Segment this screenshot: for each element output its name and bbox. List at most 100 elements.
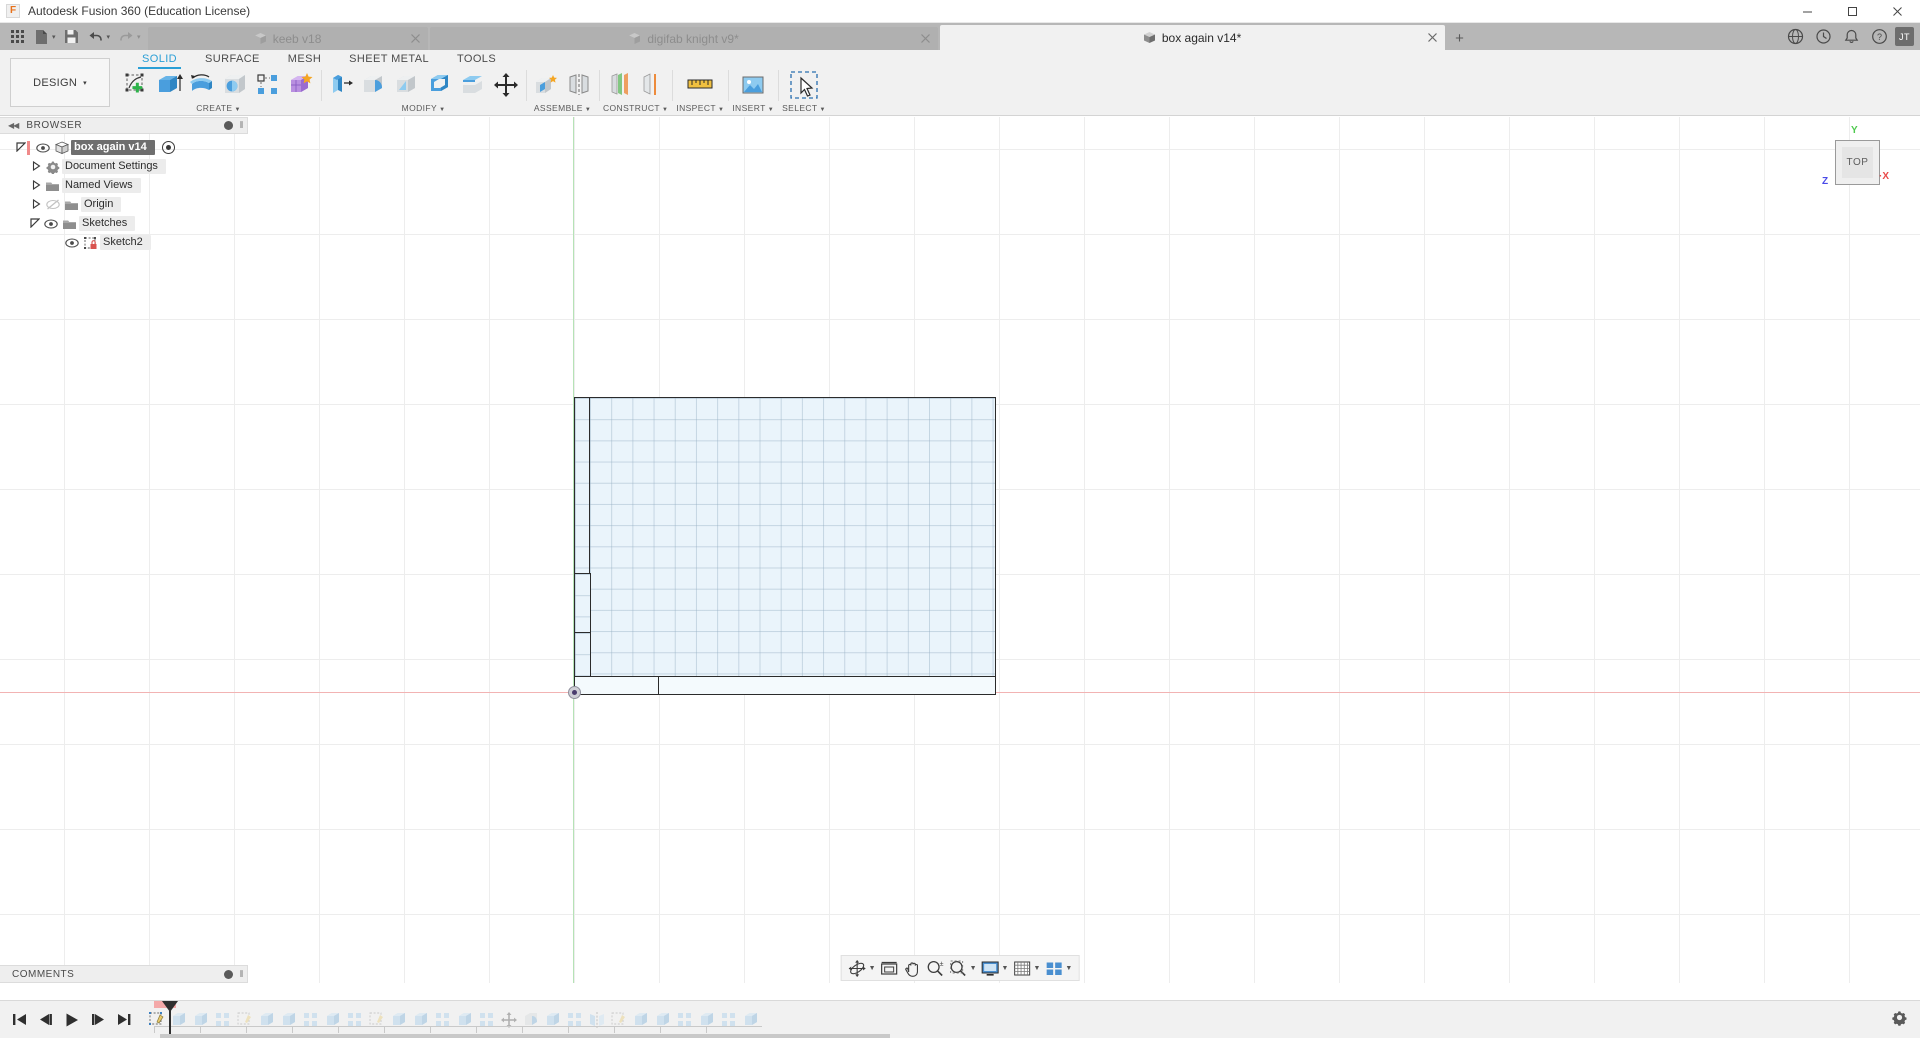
sketch-geometry[interactable] bbox=[574, 397, 996, 694]
chamfer-icon[interactable] bbox=[391, 69, 423, 101]
tree-node-sketch2[interactable]: Sketch2 bbox=[0, 233, 248, 252]
close-button[interactable] bbox=[1875, 0, 1920, 23]
panel-modify-label[interactable]: MODIFY▼ bbox=[402, 102, 446, 115]
extrude-icon[interactable] bbox=[153, 69, 185, 101]
tree-node-origin[interactable]: Origin bbox=[0, 195, 248, 214]
close-tab-icon[interactable] bbox=[411, 32, 420, 46]
form-icon[interactable] bbox=[285, 69, 317, 101]
go-to-beginning-icon[interactable] bbox=[12, 1012, 28, 1027]
sketch-face[interactable] bbox=[574, 632, 591, 677]
panel-insert-label[interactable]: INSERT▼ bbox=[732, 102, 774, 115]
timeline-settings-gear-icon[interactable] bbox=[1891, 1009, 1908, 1031]
new-tab-button[interactable]: + bbox=[1447, 27, 1473, 50]
step-back-icon[interactable] bbox=[38, 1012, 54, 1027]
new-document-icon[interactable] bbox=[30, 26, 52, 48]
chevron-down-icon[interactable]: ▼ bbox=[1033, 965, 1040, 972]
joint-icon[interactable] bbox=[563, 69, 595, 101]
panel-resize-grip[interactable]: ⦀ bbox=[239, 120, 244, 131]
offset-plane-icon[interactable] bbox=[603, 69, 635, 101]
panel-menu-dot-icon[interactable] bbox=[224, 970, 233, 979]
sketch-face[interactable] bbox=[574, 573, 591, 633]
press-pull-icon[interactable] bbox=[325, 69, 357, 101]
fillet-icon[interactable] bbox=[358, 69, 390, 101]
zoom-window-icon[interactable]: ▼ bbox=[947, 956, 979, 980]
sketch-origin-point[interactable] bbox=[568, 686, 581, 699]
timeline-scrollbar[interactable] bbox=[160, 1034, 890, 1038]
expand-arrow-icon[interactable] bbox=[14, 142, 27, 154]
view-cube[interactable]: TOP Y Z ·X bbox=[1822, 127, 1892, 197]
activate-component-radio[interactable] bbox=[162, 141, 175, 154]
document-tab-digifab-knight[interactable]: digifab knight v9* bbox=[430, 27, 938, 50]
construction-axis-icon[interactable] bbox=[636, 69, 668, 101]
offset-face-icon[interactable] bbox=[457, 69, 489, 101]
close-tab-icon[interactable] bbox=[921, 32, 930, 46]
comments-panel[interactable]: COMMENTS ⦀ bbox=[0, 965, 248, 983]
new-component-icon[interactable] bbox=[530, 69, 562, 101]
measure-icon[interactable] bbox=[684, 69, 716, 101]
expand-arrow-icon[interactable] bbox=[28, 218, 41, 230]
panel-inspect-label[interactable]: INSPECT▼ bbox=[676, 102, 724, 115]
tab-sheet-metal[interactable]: SHEET METAL bbox=[335, 51, 443, 68]
expand-arrow-icon[interactable] bbox=[30, 180, 43, 192]
tree-node-sketches[interactable]: Sketches bbox=[0, 214, 248, 233]
job-status-icon[interactable] bbox=[1811, 25, 1835, 49]
chevron-down-icon[interactable]: ▼ bbox=[1065, 965, 1072, 972]
minimize-button[interactable] bbox=[1785, 0, 1830, 23]
pattern-icon[interactable] bbox=[252, 69, 284, 101]
visibility-eye-icon[interactable] bbox=[33, 143, 52, 153]
help-icon[interactable]: ? bbox=[1867, 25, 1891, 49]
maximize-button[interactable] bbox=[1830, 0, 1875, 23]
undo-caret-icon[interactable]: ▾ bbox=[107, 33, 111, 41]
workspace-switcher[interactable]: DESIGN ▾ bbox=[10, 58, 110, 107]
chevron-down-icon[interactable]: ▼ bbox=[970, 965, 977, 972]
notifications-icon[interactable] bbox=[1839, 25, 1863, 49]
close-tab-icon[interactable] bbox=[1428, 31, 1437, 45]
zoom-magnifier-icon[interactable]: ± bbox=[924, 956, 947, 980]
visibility-eye-off-icon[interactable] bbox=[43, 199, 62, 210]
tree-node-document-settings[interactable]: Document Settings bbox=[0, 157, 248, 176]
timeline-track[interactable] bbox=[146, 1001, 762, 1039]
tab-mesh[interactable]: MESH bbox=[274, 51, 335, 68]
grid-snaps-icon[interactable]: ▼ bbox=[1010, 956, 1042, 980]
globe-icon[interactable] bbox=[1783, 25, 1807, 49]
expand-arrow-icon[interactable] bbox=[30, 199, 43, 211]
document-tab-keeb[interactable]: keeb v18 bbox=[148, 27, 428, 50]
go-to-end-icon[interactable] bbox=[116, 1012, 132, 1027]
chevron-down-icon[interactable]: ▼ bbox=[869, 965, 876, 972]
sketch-face[interactable] bbox=[589, 397, 996, 680]
shell-icon[interactable] bbox=[424, 69, 456, 101]
sphere-icon[interactable] bbox=[219, 69, 251, 101]
orbit-icon[interactable]: ▼ bbox=[846, 956, 878, 980]
insert-image-icon[interactable] bbox=[737, 69, 769, 101]
visibility-eye-icon[interactable] bbox=[41, 219, 60, 229]
move-copy-icon[interactable] bbox=[490, 69, 522, 101]
collapse-left-icon[interactable]: ◀◀ bbox=[8, 121, 18, 130]
step-forward-icon[interactable] bbox=[90, 1012, 106, 1027]
panel-menu-dot-icon[interactable] bbox=[224, 121, 233, 130]
panel-create-label[interactable]: CREATE▼ bbox=[196, 102, 241, 115]
document-tab-box-again[interactable]: box again v14* bbox=[940, 25, 1445, 50]
panel-assemble-label[interactable]: ASSEMBLE▼ bbox=[534, 102, 591, 115]
avatar[interactable]: JT bbox=[1895, 27, 1914, 46]
redo-icon[interactable] bbox=[115, 26, 137, 48]
create-sketch-icon[interactable] bbox=[120, 69, 152, 101]
tree-node-named-views[interactable]: Named Views bbox=[0, 176, 248, 195]
canvas-3d-viewport[interactable]: TOP Y Z ·X bbox=[0, 117, 1920, 983]
look-at-icon[interactable] bbox=[878, 956, 901, 980]
panel-resize-grip[interactable]: ⦀ bbox=[240, 969, 244, 980]
select-cursor-icon[interactable] bbox=[786, 67, 822, 103]
undo-icon[interactable] bbox=[85, 26, 107, 48]
expand-arrow-icon[interactable] bbox=[30, 161, 43, 173]
view-cube-top-face[interactable]: TOP bbox=[1835, 140, 1880, 185]
redo-caret-icon[interactable]: ▾ bbox=[137, 33, 141, 41]
new-document-caret-icon[interactable]: ▾ bbox=[52, 33, 56, 41]
timeline-playhead[interactable] bbox=[169, 1003, 171, 1037]
tab-surface[interactable]: SURFACE bbox=[191, 51, 274, 68]
sketch-face[interactable] bbox=[574, 676, 659, 695]
display-settings-icon[interactable]: ▼ bbox=[979, 956, 1011, 980]
pan-hand-icon[interactable] bbox=[901, 956, 924, 980]
app-grid-icon[interactable] bbox=[6, 26, 28, 48]
save-icon[interactable] bbox=[61, 26, 83, 48]
viewports-icon[interactable]: ▼ bbox=[1042, 956, 1074, 980]
panel-construct-label[interactable]: CONSTRUCT▼ bbox=[603, 102, 668, 115]
